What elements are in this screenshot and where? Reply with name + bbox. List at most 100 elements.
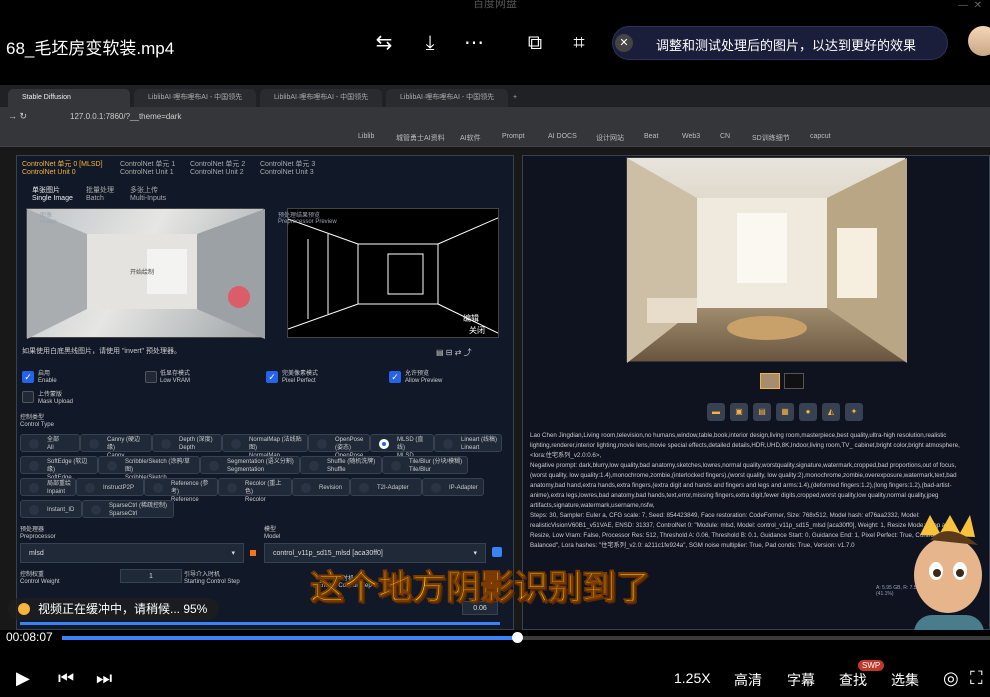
control-weight-slider[interactable] — [20, 622, 500, 625]
control-type-depth[interactable]: Depth (深度) Depth — [152, 434, 222, 452]
control-type-canny[interactable]: Canny (硬边缘)Canny — [80, 434, 152, 459]
bookmark[interactable]: capcut — [810, 133, 831, 140]
bookmark[interactable]: SD训练细节 — [752, 133, 790, 143]
episodes-button[interactable]: 选集 — [891, 670, 919, 690]
run-preprocessor-icon[interactable] — [250, 550, 256, 556]
palette-icon[interactable]: ● — [799, 403, 817, 421]
control-type-shuffle[interactable]: Shuffle (随机洗牌) Shuffle — [300, 456, 382, 474]
low-vram-label: 低显存模式 Low VRAM — [160, 371, 191, 384]
control-type-sparsectrl[interactable]: SparseCtrl (稀疏控制) SparseCtrl — [82, 500, 174, 518]
edit-button[interactable]: 编辑 — [463, 313, 479, 324]
image-label: 图像 Image — [40, 213, 57, 225]
preprocessor-select[interactable]: mlsd ▾ — [20, 543, 244, 563]
controlnet-unit-tab[interactable]: ControlNet 单元 3 ControlNet Unit 3 — [260, 161, 315, 177]
control-type-instructp2p[interactable]: InstructP2P — [76, 478, 144, 496]
bookmark[interactable]: AI软件 — [460, 133, 481, 143]
address-bar[interactable]: → ↻ 127.0.0.1:7860/?__theme=dark — [0, 107, 990, 127]
generation-info: Lao Chen Jingdian,Living room,television… — [530, 432, 960, 549]
zip-icon[interactable]: ▤ — [753, 403, 771, 421]
settings-icon[interactable]: ◎ — [943, 668, 959, 688]
img2img-icon[interactable]: ▦ — [776, 403, 794, 421]
bookmark[interactable]: AI DOCS — [548, 133, 577, 140]
control-type-normalmap[interactable]: NormalMap (法线贴图)NormalMap — [222, 434, 308, 459]
window-controls[interactable]: — ✕ — [958, 0, 982, 11]
refresh-icon[interactable] — [492, 547, 502, 557]
speed-button[interactable]: 1.25X — [674, 670, 711, 686]
nav-arrows-icon[interactable]: → ↻ — [8, 111, 27, 122]
pixel-perfect-checkbox[interactable]: ✓ — [266, 371, 278, 383]
search-button[interactable]: 查找 — [839, 670, 867, 690]
preprocessor-label: 预处理器 Preprocessor — [20, 527, 56, 540]
control-weight-input[interactable]: 1 — [120, 569, 182, 583]
control-type-t2i-adapter[interactable]: T2I-Adapter — [350, 478, 422, 496]
control-type-openpose[interactable]: OpenPose (姿态)OpenPose — [308, 434, 370, 459]
tab-batch[interactable]: 批量处理 Batch — [86, 187, 114, 203]
controlnet-unit-tab[interactable]: ControlNet 单元 1 ControlNet Unit 1 — [120, 161, 175, 177]
control-type-scribble[interactable]: Scribble/Sketch (涂鸦/草图)Scribble/Sketch — [98, 456, 200, 481]
quality-button[interactable]: 高清 — [734, 670, 762, 690]
progress-bar[interactable] — [62, 636, 990, 640]
control-type-inpaint[interactable]: 局部重绘 Inpaint — [20, 478, 76, 496]
control-type-softedge[interactable]: SoftEdge (软边缘)SoftEdge — [20, 456, 98, 481]
bookmark[interactable]: Web3 — [682, 133, 700, 140]
bookmark[interactable]: CN — [720, 133, 730, 140]
screenshot-icon[interactable]: ⧉ — [522, 30, 548, 56]
new-tab-icon[interactable]: + — [510, 89, 524, 107]
control-type-recolor[interactable]: Recolor (重上色) Recolor — [218, 478, 292, 503]
control-type-instant-id[interactable]: Instant_ID — [20, 500, 82, 518]
control-type-all[interactable]: 全部 All — [20, 434, 80, 452]
mask-upload-checkbox[interactable] — [22, 391, 34, 403]
toolbar-icons[interactable]: ▤ ⊟ ⇄ ⤴ — [436, 347, 472, 358]
video-frame[interactable]: Stable Diffusion LiblibAI·哩布哩布AI - 中国领先 … — [0, 85, 990, 630]
play-icon[interactable]: ▶ — [16, 668, 30, 688]
browser-tab[interactable]: LiblibAI·哩布哩布AI - 中国领先 — [134, 89, 256, 107]
control-type-lineart[interactable]: Lineart (线稿) Lineart — [434, 434, 502, 452]
bookmark[interactable]: 城管勇士AI资料 — [396, 133, 445, 143]
model-label: 模型 Model — [264, 527, 281, 540]
controlnet-unit-tab[interactable]: ControlNet 单元 0 [MLSD] ControlNet Unit 0 — [22, 161, 103, 177]
browser-tab[interactable]: LiblibAI·哩布哩布AI - 中国领先 — [260, 89, 382, 107]
share-icon[interactable]: ⇆ — [371, 30, 397, 56]
controlnet-unit-tab[interactable]: ControlNet 单元 2 ControlNet Unit 2 — [190, 161, 245, 177]
enable-checkbox[interactable]: ✓ — [22, 371, 34, 383]
living-room-render — [627, 158, 907, 363]
browser-tab[interactable]: Stable Diffusion — [8, 89, 130, 107]
enable-label: 启用 Enable — [38, 371, 57, 384]
generated-image[interactable] — [626, 157, 907, 363]
bookmark[interactable]: 设计网站 — [596, 133, 624, 143]
control-type-revision[interactable]: Revision — [292, 478, 350, 496]
fullscreen-icon[interactable]: ⛶ — [970, 668, 983, 688]
control-type-reference[interactable]: Reference (参考) Reference — [144, 478, 218, 503]
output-thumbnail[interactable] — [784, 373, 804, 389]
tab-multi-inputs[interactable]: 多张上传 Multi-Inputs — [130, 187, 166, 203]
extras-icon[interactable]: ◭ — [822, 403, 840, 421]
low-vram-checkbox[interactable] — [145, 371, 157, 383]
close-icon[interactable]: ✕ — [615, 34, 633, 52]
bookmark[interactable]: Prompt — [502, 133, 525, 140]
avatar[interactable] — [968, 26, 990, 56]
download-icon[interactable]: ⤓ — [417, 30, 443, 56]
progress-handle[interactable] — [511, 632, 523, 643]
bookmark[interactable]: Liblib — [358, 133, 374, 140]
url-text[interactable]: 127.0.0.1:7860/?__theme=dark — [70, 112, 181, 121]
progress-fill — [62, 636, 517, 640]
allow-preview-checkbox[interactable]: ✓ — [389, 371, 401, 383]
bookmark[interactable]: Beat — [644, 133, 658, 140]
control-type-ip-adapter[interactable]: IP-Adapter — [422, 478, 484, 496]
save-icon[interactable]: ▣ — [730, 403, 748, 421]
close-button[interactable]: 关闭 — [469, 325, 485, 336]
image-center-text: 开始绘制 — [130, 270, 155, 276]
folder-icon[interactable]: ▬ — [707, 403, 725, 421]
more-icon[interactable]: ⋯ — [461, 30, 487, 56]
subtitle-button[interactable]: 字幕 — [787, 670, 815, 690]
control-type-mlsd[interactable]: MLSD (直线)MLSD — [370, 434, 434, 459]
tab-single-image[interactable]: 单张图片 Single Image — [32, 187, 73, 203]
crop-icon[interactable]: ⌗ — [566, 30, 592, 56]
control-type-tile[interactable]: Tile/Blur (分块/模糊) Tile/Blur — [382, 456, 468, 474]
next-icon[interactable]: ⏭ — [96, 668, 112, 688]
sparkle-icon[interactable]: ✦ — [845, 403, 863, 421]
output-thumbnail[interactable] — [760, 373, 780, 389]
browser-tab[interactable]: LiblibAI·哩布哩布AI - 中国领先 — [386, 89, 508, 107]
control-type-segmentation[interactable]: Segmentation (语义分割) Segmentation — [200, 456, 300, 474]
previous-icon[interactable]: ⏮ — [58, 668, 74, 688]
